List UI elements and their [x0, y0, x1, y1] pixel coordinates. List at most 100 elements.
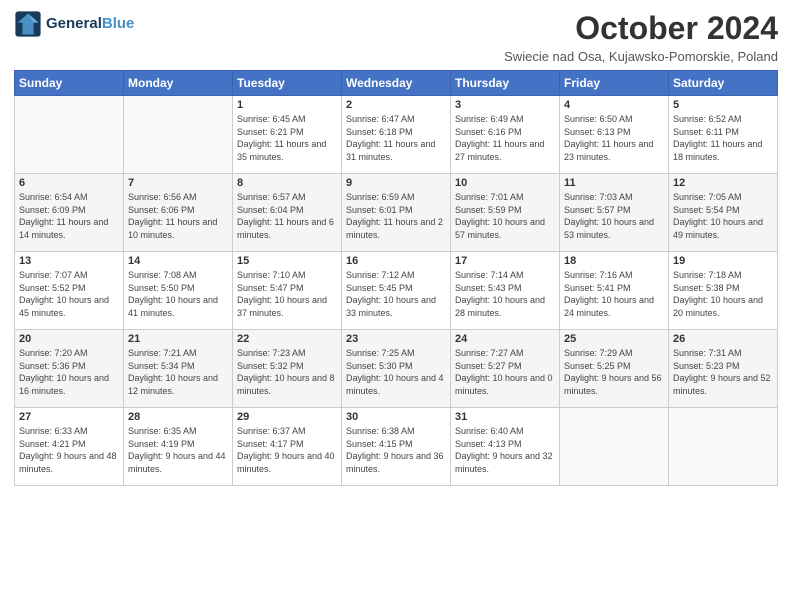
day-number: 28 — [128, 411, 228, 423]
day-info: Sunrise: 6:37 AM Sunset: 4:17 PM Dayligh… — [237, 425, 337, 475]
day-info: Sunrise: 6:33 AM Sunset: 4:21 PM Dayligh… — [19, 425, 119, 475]
day-number: 10 — [455, 177, 555, 189]
table-row — [124, 96, 233, 174]
table-row: 4Sunrise: 6:50 AM Sunset: 6:13 PM Daylig… — [560, 96, 669, 174]
table-row — [15, 96, 124, 174]
day-info: Sunrise: 6:59 AM Sunset: 6:01 PM Dayligh… — [346, 191, 446, 241]
day-number: 29 — [237, 411, 337, 423]
table-row: 6 Sunrise: 6:54 AM Sunset: 6:09 PM Daylig… — [15, 174, 124, 252]
table-row: 7Sunrise: 6:56 AM Sunset: 6:06 PM Daylig… — [124, 174, 233, 252]
logo: GeneralBlue — [14, 10, 134, 38]
day-number: 2 — [346, 99, 446, 111]
day-number: 7 — [128, 177, 228, 189]
day-info: Sunrise: 7:01 AM Sunset: 5:59 PM Dayligh… — [455, 191, 555, 241]
day-number: 15 — [237, 255, 337, 267]
day-info: Sunrise: 7:12 AM Sunset: 5:45 PM Dayligh… — [346, 269, 446, 319]
table-row — [560, 408, 669, 486]
day-info: Sunrise: 7:18 AM Sunset: 5:38 PM Dayligh… — [673, 269, 773, 319]
day-info: Sunrise: 6:47 AM Sunset: 6:18 PM Dayligh… — [346, 113, 446, 163]
day-info: Sunrise: 6:38 AM Sunset: 4:15 PM Dayligh… — [346, 425, 446, 475]
day-number: 17 — [455, 255, 555, 267]
table-row: 1Sunrise: 6:45 AM Sunset: 6:21 PM Daylig… — [233, 96, 342, 174]
table-row: 2 Sunrise: 6:47 AM Sunset: 6:18 PM Daylig… — [342, 96, 451, 174]
day-number: 30 — [346, 411, 446, 423]
day-number: 21 — [128, 333, 228, 345]
month-title: October 2024 — [504, 10, 778, 47]
calendar-header-row: Sunday Monday Tuesday Wednesday Thursday… — [15, 71, 778, 96]
day-number: 26 — [673, 333, 773, 345]
day-info: Sunrise: 7:31 AM Sunset: 5:23 PM Dayligh… — [673, 347, 773, 397]
table-row: 3Sunrise: 6:49 AM Sunset: 6:16 PM Daylig… — [451, 96, 560, 174]
day-number: 8 — [237, 177, 337, 189]
col-tuesday: Tuesday — [233, 71, 342, 96]
day-info: Sunrise: 7:05 AM Sunset: 5:54 PM Dayligh… — [673, 191, 773, 241]
day-info: Sunrise: 7:21 AM Sunset: 5:34 PM Dayligh… — [128, 347, 228, 397]
table-row: 28 Sunrise: 6:35 AM Sunset: 4:19 PM Dayli… — [124, 408, 233, 486]
table-row: 21 Sunrise: 7:21 AM Sunset: 5:34 PM Dayli… — [124, 330, 233, 408]
table-row: 11 Sunrise: 7:03 AM Sunset: 5:57 PM Dayli… — [560, 174, 669, 252]
subtitle: Swiecie nad Osa, Kujawsko-Pomorskie, Pol… — [504, 49, 778, 64]
day-info: Sunrise: 7:16 AM Sunset: 5:41 PM Dayligh… — [564, 269, 664, 319]
day-info: Sunrise: 6:54 AM Sunset: 6:09 PM Dayligh… — [19, 191, 119, 241]
day-number: 18 — [564, 255, 664, 267]
table-row: 29 Sunrise: 6:37 AM Sunset: 4:17 PM Dayli… — [233, 408, 342, 486]
day-number: 23 — [346, 333, 446, 345]
day-info: Sunrise: 6:40 AM Sunset: 4:13 PM Dayligh… — [455, 425, 555, 475]
day-info: Sunrise: 6:45 AM Sunset: 6:21 PM Dayligh… — [237, 113, 337, 163]
page: GeneralBlue October 2024 Swiecie nad Osa… — [0, 0, 792, 612]
day-number: 13 — [19, 255, 119, 267]
day-number: 11 — [564, 177, 664, 189]
day-info: Sunrise: 7:29 AM Sunset: 5:25 PM Dayligh… — [564, 347, 664, 397]
day-number: 22 — [237, 333, 337, 345]
day-info: Sunrise: 7:27 AM Sunset: 5:27 PM Dayligh… — [455, 347, 555, 397]
col-friday: Friday — [560, 71, 669, 96]
day-number: 27 — [19, 411, 119, 423]
title-block: October 2024 Swiecie nad Osa, Kujawsko-P… — [504, 10, 778, 64]
table-row: 27 Sunrise: 6:33 AM Sunset: 4:21 PM Dayli… — [15, 408, 124, 486]
calendar: Sunday Monday Tuesday Wednesday Thursday… — [14, 70, 778, 486]
day-number: 6 — [19, 177, 119, 189]
table-row: 26 Sunrise: 7:31 AM Sunset: 5:23 PM Dayli… — [669, 330, 778, 408]
table-row: 24 Sunrise: 7:27 AM Sunset: 5:27 PM Dayli… — [451, 330, 560, 408]
day-info: Sunrise: 7:14 AM Sunset: 5:43 PM Dayligh… — [455, 269, 555, 319]
table-row: 22 Sunrise: 7:23 AM Sunset: 5:32 PM Dayli… — [233, 330, 342, 408]
table-row: 12Sunrise: 7:05 AM Sunset: 5:54 PM Dayli… — [669, 174, 778, 252]
day-number: 9 — [346, 177, 446, 189]
table-row: 25Sunrise: 7:29 AM Sunset: 5:25 PM Dayli… — [560, 330, 669, 408]
table-row: 19 Sunrise: 7:18 AM Sunset: 5:38 PM Dayli… — [669, 252, 778, 330]
day-number: 24 — [455, 333, 555, 345]
day-number: 4 — [564, 99, 664, 111]
col-saturday: Saturday — [669, 71, 778, 96]
day-info: Sunrise: 6:35 AM Sunset: 4:19 PM Dayligh… — [128, 425, 228, 475]
day-info: Sunrise: 7:25 AM Sunset: 5:30 PM Dayligh… — [346, 347, 446, 397]
col-wednesday: Wednesday — [342, 71, 451, 96]
day-info: Sunrise: 7:08 AM Sunset: 5:50 PM Dayligh… — [128, 269, 228, 319]
logo-text: GeneralBlue — [46, 15, 134, 33]
day-info: Sunrise: 7:03 AM Sunset: 5:57 PM Dayligh… — [564, 191, 664, 241]
day-info: Sunrise: 7:20 AM Sunset: 5:36 PM Dayligh… — [19, 347, 119, 397]
day-info: Sunrise: 7:07 AM Sunset: 5:52 PM Dayligh… — [19, 269, 119, 319]
table-row: 13 Sunrise: 7:07 AM Sunset: 5:52 PM Dayli… — [15, 252, 124, 330]
day-number: 31 — [455, 411, 555, 423]
day-info: Sunrise: 6:57 AM Sunset: 6:04 PM Dayligh… — [237, 191, 337, 241]
day-number: 5 — [673, 99, 773, 111]
day-info: Sunrise: 7:10 AM Sunset: 5:47 PM Dayligh… — [237, 269, 337, 319]
table-row: 9 Sunrise: 6:59 AM Sunset: 6:01 PM Daylig… — [342, 174, 451, 252]
table-row: 23 Sunrise: 7:25 AM Sunset: 5:30 PM Dayli… — [342, 330, 451, 408]
col-monday: Monday — [124, 71, 233, 96]
table-row: 14 Sunrise: 7:08 AM Sunset: 5:50 PM Dayli… — [124, 252, 233, 330]
day-number: 19 — [673, 255, 773, 267]
table-row: 8 Sunrise: 6:57 AM Sunset: 6:04 PM Daylig… — [233, 174, 342, 252]
table-row: 16 Sunrise: 7:12 AM Sunset: 5:45 PM Dayli… — [342, 252, 451, 330]
table-row — [669, 408, 778, 486]
day-info: Sunrise: 7:23 AM Sunset: 5:32 PM Dayligh… — [237, 347, 337, 397]
day-number: 16 — [346, 255, 446, 267]
day-number: 3 — [455, 99, 555, 111]
day-number: 14 — [128, 255, 228, 267]
table-row: 15 Sunrise: 7:10 AM Sunset: 5:47 PM Dayli… — [233, 252, 342, 330]
table-row: 30 Sunrise: 6:38 AM Sunset: 4:15 PM Dayli… — [342, 408, 451, 486]
col-sunday: Sunday — [15, 71, 124, 96]
table-row: 31 Sunrise: 6:40 AM Sunset: 4:13 PM Dayli… — [451, 408, 560, 486]
header: GeneralBlue October 2024 Swiecie nad Osa… — [14, 10, 778, 64]
table-row: 5Sunrise: 6:52 AM Sunset: 6:11 PM Daylig… — [669, 96, 778, 174]
